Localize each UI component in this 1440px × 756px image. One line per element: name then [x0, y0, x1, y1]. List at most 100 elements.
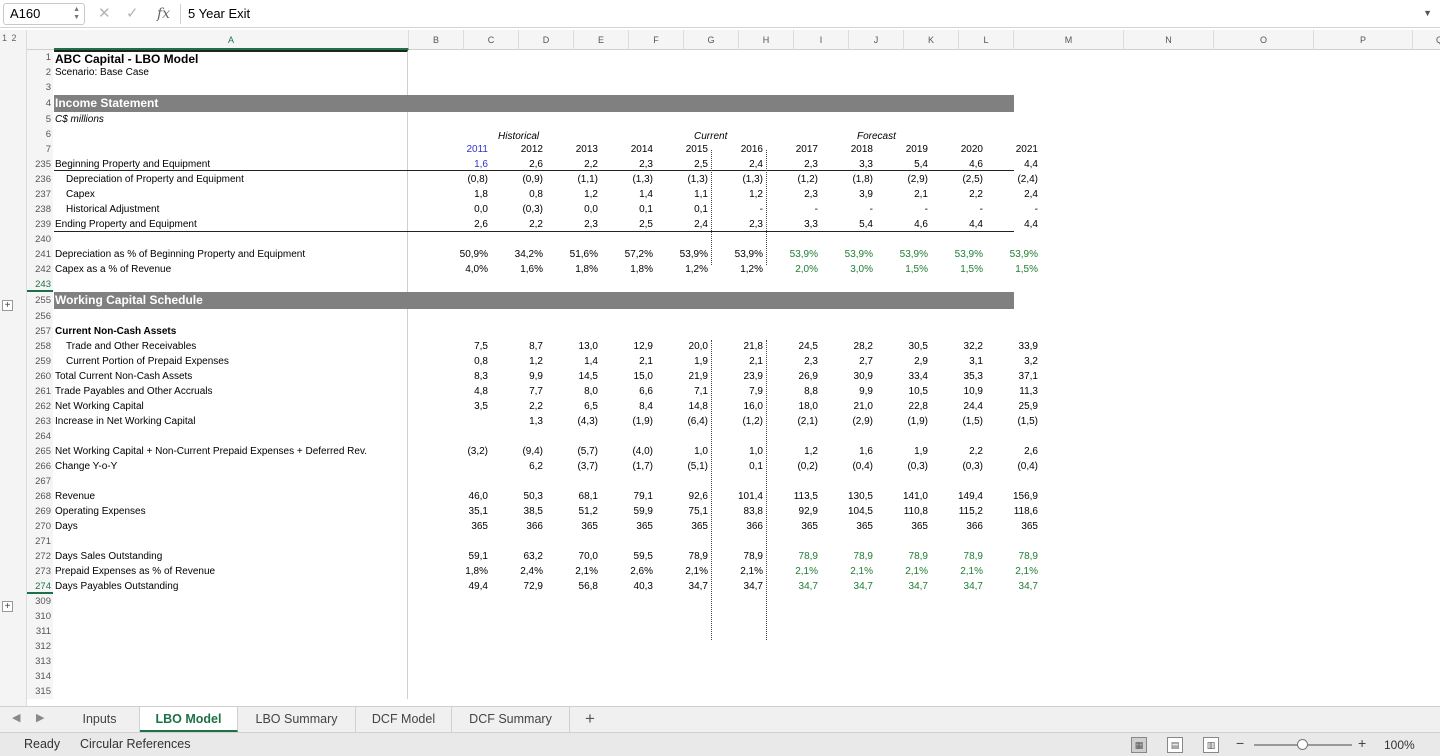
value-cell[interactable]: (0,4) [986, 459, 1041, 474]
value-cell[interactable]: 34,7 [711, 579, 766, 594]
value-cell[interactable]: 1,8 [436, 187, 491, 202]
value-cell[interactable]: 75,1 [656, 504, 711, 519]
value-cell[interactable]: 2,2 [491, 399, 546, 414]
column-header-I[interactable]: I [794, 30, 849, 50]
next-sheet-arrow-icon[interactable]: ▶ [36, 711, 44, 724]
row-number[interactable]: 270 [27, 519, 53, 534]
column-header-O[interactable]: O [1214, 30, 1314, 50]
cell-label[interactable] [54, 474, 408, 489]
row-number[interactable]: 312 [27, 639, 53, 654]
value-cell[interactable]: 21,8 [711, 339, 766, 354]
value-cell[interactable]: 35,3 [931, 369, 986, 384]
value-cell[interactable]: 63,2 [491, 549, 546, 564]
value-cell[interactable]: 1,2% [656, 262, 711, 277]
value-cell[interactable]: 22,8 [876, 399, 931, 414]
value-cell[interactable]: 1,0 [711, 444, 766, 459]
value-cell[interactable]: 3,0% [821, 262, 876, 277]
row-number[interactable]: 267 [27, 474, 53, 489]
sheet-tab-dcf-summary[interactable]: DCF Summary [452, 707, 570, 732]
outline-level-buttons[interactable]: 1 2 [2, 33, 18, 43]
value-cell[interactable]: 2,3 [766, 354, 821, 369]
cell-label[interactable]: Ending Property and Equipment [54, 217, 408, 232]
column-header-K[interactable]: K [904, 30, 959, 50]
value-cell[interactable]: 2,5 [601, 217, 656, 232]
value-cell[interactable]: 13,0 [546, 339, 601, 354]
sheet-row-272[interactable]: 272 Days Sales Outstanding 59,1 63,2 70,0 59,… [27, 549, 1440, 564]
value-cell[interactable]: 5,4 [821, 217, 876, 232]
value-cell[interactable]: 101,4 [711, 489, 766, 504]
value-cell[interactable]: 78,9 [766, 549, 821, 564]
value-cell[interactable]: 53,9% [876, 247, 931, 262]
value-cell[interactable]: 1,2 [711, 187, 766, 202]
value-cell[interactable]: 78,9 [931, 549, 986, 564]
value-cell[interactable]: 3,9 [821, 187, 876, 202]
sheet-row-271[interactable]: 271 [27, 534, 1440, 549]
row-number[interactable]: 239 [27, 217, 53, 232]
value-cell[interactable]: 59,9 [601, 504, 656, 519]
value-cell[interactable]: 38,5 [491, 504, 546, 519]
value-cell[interactable]: 365 [436, 519, 491, 534]
formula-input[interactable]: 5 Year Exit [188, 5, 250, 23]
value-cell[interactable]: 14,8 [656, 399, 711, 414]
value-cell[interactable]: 56,8 [546, 579, 601, 594]
value-cell[interactable]: 34,7 [931, 579, 986, 594]
sheet-row-265[interactable]: 265 Net Working Capital + Non-Current Pre… [27, 444, 1440, 459]
sheet-row-236[interactable]: 236 Depreciation of Property and Equipmen… [27, 172, 1440, 187]
row-number[interactable]: 265 [27, 444, 53, 459]
value-cell[interactable]: 78,9 [656, 549, 711, 564]
outline-expand-icon[interactable]: + [2, 300, 13, 311]
value-cell[interactable]: 2,4 [986, 187, 1041, 202]
sheet-row-259[interactable]: 259 Current Portion of Prepaid Expenses 0,… [27, 354, 1440, 369]
value-cell[interactable]: 53,9% [656, 247, 711, 262]
cell-label[interactable]: Days Sales Outstanding [54, 549, 408, 564]
value-cell[interactable]: 25,9 [986, 399, 1041, 414]
column-header-L[interactable]: L [959, 30, 1014, 50]
value-cell[interactable]: 23,9 [711, 369, 766, 384]
row-number[interactable]: 258 [27, 339, 53, 354]
value-cell[interactable]: 32,2 [931, 339, 986, 354]
sheet-row-237[interactable]: 237 Capex 1,8 0,8 1,2 1,4 1,1 1,2 2,3 3,9 2,1 2,2 2,… [27, 187, 1440, 202]
row-number[interactable]: 259 [27, 354, 53, 369]
value-cell[interactable]: 34,2% [491, 247, 546, 262]
cell-label[interactable]: Net Working Capital + Non-Current Prepai… [54, 444, 408, 459]
value-cell[interactable]: 30,9 [821, 369, 876, 384]
sheet-row-263[interactable]: 263 Increase in Net Working Capital 1,3 (4,… [27, 414, 1440, 429]
value-cell[interactable]: 2,6 [436, 217, 491, 232]
sheet-tab-dcf-model[interactable]: DCF Model [356, 707, 452, 732]
value-cell[interactable]: 365 [986, 519, 1041, 534]
value-cell[interactable]: 2,4% [491, 564, 546, 579]
section-title[interactable]: Income Statement [54, 95, 158, 112]
confirm-check-icon[interactable]: ✓ [126, 5, 139, 23]
value-cell[interactable]: 365 [821, 519, 876, 534]
value-cell[interactable]: (4,0) [601, 444, 656, 459]
value-cell[interactable]: 1,2 [766, 444, 821, 459]
value-cell[interactable]: 78,9 [821, 549, 876, 564]
row-number[interactable]: 6 [27, 127, 53, 142]
value-cell[interactable]: 33,9 [986, 339, 1041, 354]
column-header-E[interactable]: E [574, 30, 629, 50]
add-sheet-button[interactable]: + [580, 708, 600, 730]
value-cell[interactable]: 4,6 [876, 217, 931, 232]
value-cell[interactable]: 78,9 [711, 549, 766, 564]
value-cell[interactable]: 53,9% [766, 247, 821, 262]
value-cell[interactable]: 2,6 [986, 444, 1041, 459]
row-number[interactable]: 243 [27, 277, 53, 292]
row-number[interactable]: 240 [27, 232, 53, 247]
value-cell[interactable]: 10,9 [931, 384, 986, 399]
circular-references-status[interactable]: Circular References [80, 737, 190, 751]
value-cell[interactable]: 3,5 [436, 399, 491, 414]
spreadsheet-grid[interactable]: 1 2 + + ABCDEFGHIJKLMNOPQ 1 ABC Capital -… [0, 30, 1440, 706]
row-number[interactable]: 314 [27, 669, 53, 684]
value-cell[interactable]: 40,3 [601, 579, 656, 594]
column-header-Q[interactable]: Q [1413, 30, 1440, 50]
value-cell[interactable]: 16,0 [711, 399, 766, 414]
value-cell[interactable]: 365 [876, 519, 931, 534]
value-cell[interactable]: 70,0 [546, 549, 601, 564]
value-cell[interactable]: 2,1% [931, 564, 986, 579]
year-header-cell[interactable]: 2020 [931, 142, 986, 157]
year-header-cell[interactable]: 2015 [656, 142, 711, 157]
row-number[interactable]: 260 [27, 369, 53, 384]
value-cell[interactable]: 365 [546, 519, 601, 534]
value-cell[interactable]: (1,9) [601, 414, 656, 429]
value-cell[interactable]: 366 [931, 519, 986, 534]
